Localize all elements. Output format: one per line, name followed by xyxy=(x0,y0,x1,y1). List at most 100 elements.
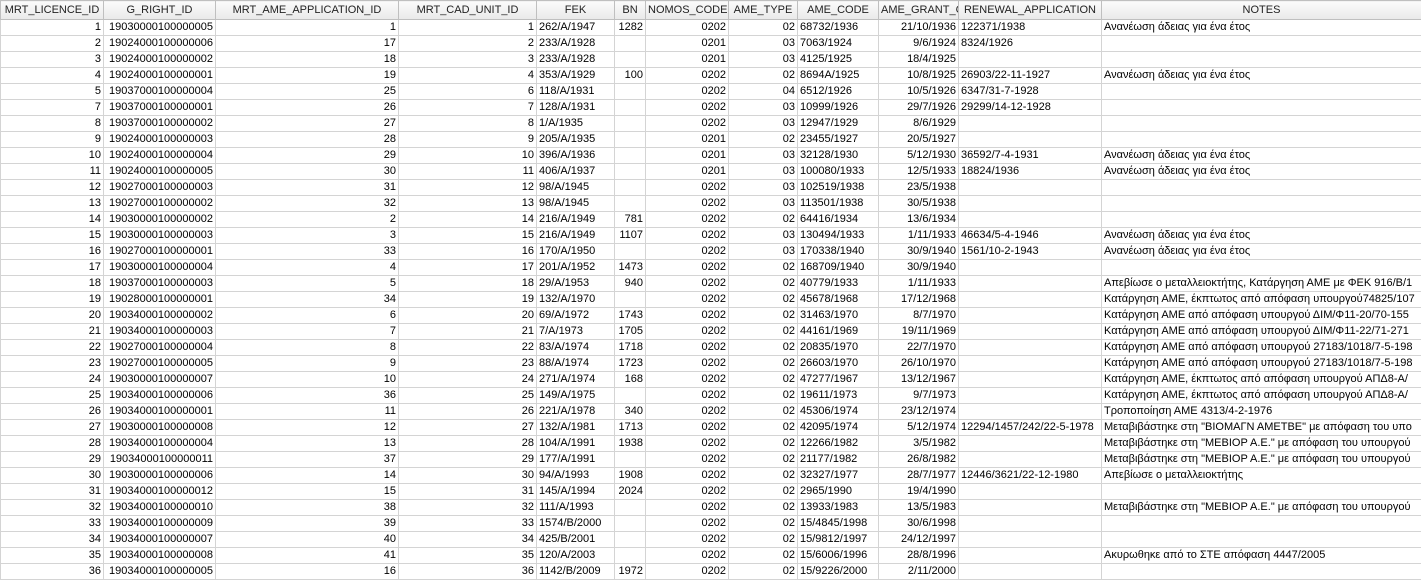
cell-cad-unit-id[interactable]: 8 xyxy=(398,115,537,132)
cell-fek[interactable]: 132/A/1981 xyxy=(536,419,615,436)
cell-notes[interactable] xyxy=(1101,51,1421,68)
cell-renewal[interactable] xyxy=(958,291,1102,308)
cell-notes[interactable]: Ανανέωση άδειας για ένα έτος xyxy=(1101,163,1421,180)
cell-renewal[interactable]: 122371/1938 xyxy=(958,19,1102,36)
cell-cad-unit-id[interactable]: 35 xyxy=(398,547,537,564)
cell-licence-id[interactable]: 35 xyxy=(0,547,104,564)
cell-ame-application-id[interactable]: 5 xyxy=(215,275,399,292)
cell-nomos-code[interactable]: 0202 xyxy=(645,467,729,484)
cell-renewal[interactable]: 12294/1457/242/22-5-1978 xyxy=(958,419,1102,436)
cell-ame-type[interactable]: 04 xyxy=(728,83,798,100)
cell-g-right-id[interactable]: 19034000100000008 xyxy=(103,547,216,564)
table-row[interactable]: 20 19034000100000002 6 20 69/A/1972 1743 0202 0… xyxy=(0,307,1421,324)
cell-licence-id[interactable]: 25 xyxy=(0,387,104,404)
cell-ame-type[interactable]: 03 xyxy=(728,243,798,260)
cell-renewal[interactable] xyxy=(958,131,1102,148)
cell-ame-application-id[interactable]: 31 xyxy=(215,179,399,196)
cell-ame-type[interactable]: 02 xyxy=(728,531,798,548)
table-row[interactable]: 33 19034000100000009 39 33 1574/B/2000 0202 02… xyxy=(0,515,1421,532)
cell-notes[interactable]: Κατάργηση ΑΜΕ, έκπτωτος από απόφαση υπου… xyxy=(1101,371,1421,388)
cell-fek[interactable]: 88/A/1974 xyxy=(536,355,615,372)
cell-licence-id[interactable]: 10 xyxy=(0,147,104,164)
cell-ame-grant[interactable]: 3/5/1982 xyxy=(878,435,959,452)
cell-ame-application-id[interactable]: 19 xyxy=(215,67,399,84)
cell-ame-code[interactable]: 64416/1934 xyxy=(797,211,879,228)
cell-nomos-code[interactable]: 0202 xyxy=(645,339,729,356)
cell-bn[interactable] xyxy=(614,147,646,164)
cell-renewal[interactable] xyxy=(958,355,1102,372)
cell-notes[interactable]: Μεταβιβάστηκε στη "ΜΕΒΙΟΡ Α.Ε." με απόφα… xyxy=(1101,435,1421,452)
table-row[interactable]: 19 19028000100000001 34 19 132/A/1970 0202 02 4… xyxy=(0,291,1421,308)
cell-bn[interactable]: 168 xyxy=(614,371,646,388)
cell-bn[interactable] xyxy=(614,51,646,68)
cell-ame-type[interactable]: 03 xyxy=(728,147,798,164)
cell-ame-code[interactable]: 32327/1977 xyxy=(797,467,879,484)
cell-fek[interactable]: 83/A/1974 xyxy=(536,339,615,356)
cell-licence-id[interactable]: 11 xyxy=(0,163,104,180)
cell-g-right-id[interactable]: 19034000100000009 xyxy=(103,515,216,532)
cell-cad-unit-id[interactable]: 6 xyxy=(398,83,537,100)
cell-bn[interactable] xyxy=(614,163,646,180)
cell-g-right-id[interactable]: 19027000100000002 xyxy=(103,195,216,212)
cell-nomos-code[interactable]: 0202 xyxy=(645,227,729,244)
cell-ame-application-id[interactable]: 29 xyxy=(215,147,399,164)
cell-ame-application-id[interactable]: 1 xyxy=(215,19,399,36)
cell-cad-unit-id[interactable]: 1 xyxy=(398,19,537,36)
cell-bn[interactable]: 1718 xyxy=(614,339,646,356)
cell-ame-application-id[interactable]: 11 xyxy=(215,403,399,420)
cell-g-right-id[interactable]: 19034000100000005 xyxy=(103,563,216,580)
table-row[interactable]: 3 19024000100000002 18 3 233/A/1928 0201 03 412… xyxy=(0,51,1421,68)
cell-cad-unit-id[interactable]: 27 xyxy=(398,419,537,436)
cell-ame-application-id[interactable]: 40 xyxy=(215,531,399,548)
cell-renewal[interactable]: 8324/1926 xyxy=(958,35,1102,52)
cell-ame-type[interactable]: 02 xyxy=(728,483,798,500)
cell-fek[interactable]: 396/A/1936 xyxy=(536,147,615,164)
cell-fek[interactable]: 201/A/1952 xyxy=(536,259,615,276)
cell-ame-code[interactable]: 10999/1926 xyxy=(797,99,879,116)
cell-ame-type[interactable]: 02 xyxy=(728,515,798,532)
cell-g-right-id[interactable]: 19030000100000006 xyxy=(103,467,216,484)
cell-bn[interactable]: 1723 xyxy=(614,355,646,372)
cell-g-right-id[interactable]: 19034000100000003 xyxy=(103,323,216,340)
cell-notes[interactable]: Ανανέωση άδειας για ένα έτος xyxy=(1101,227,1421,244)
table-row[interactable]: 9 19024000100000003 28 9 205/A/1935 0201 02 234… xyxy=(0,131,1421,148)
cell-bn[interactable] xyxy=(614,131,646,148)
cell-ame-code[interactable]: 15/9226/2000 xyxy=(797,563,879,580)
cell-notes[interactable]: Ανανέωση άδειας για ένα έτος xyxy=(1101,67,1421,84)
table-row[interactable]: 30 19030000100000006 14 30 94/A/1993 1908 0202… xyxy=(0,467,1421,484)
cell-cad-unit-id[interactable]: 3 xyxy=(398,51,537,68)
cell-g-right-id[interactable]: 19030000100000008 xyxy=(103,419,216,436)
table-row[interactable]: 32 19034000100000010 38 32 111/A/1993 0202 02 1… xyxy=(0,499,1421,516)
cell-notes[interactable]: Απεβίωσε ο μεταλλειοκτήτης xyxy=(1101,467,1421,484)
cell-nomos-code[interactable]: 0201 xyxy=(645,131,729,148)
cell-licence-id[interactable]: 1 xyxy=(0,19,104,36)
cell-notes[interactable]: Ανανέωση άδειας για ένα έτος xyxy=(1101,147,1421,164)
cell-renewal[interactable] xyxy=(958,211,1102,228)
cell-nomos-code[interactable]: 0202 xyxy=(645,323,729,340)
cell-cad-unit-id[interactable]: 14 xyxy=(398,211,537,228)
cell-cad-unit-id[interactable]: 23 xyxy=(398,355,537,372)
cell-ame-type[interactable]: 02 xyxy=(728,259,798,276)
cell-nomos-code[interactable]: 0202 xyxy=(645,259,729,276)
cell-licence-id[interactable]: 32 xyxy=(0,499,104,516)
cell-g-right-id[interactable]: 19027000100000003 xyxy=(103,179,216,196)
cell-notes[interactable] xyxy=(1101,35,1421,52)
cell-notes[interactable] xyxy=(1101,83,1421,100)
cell-ame-code[interactable]: 113501/1938 xyxy=(797,195,879,212)
cell-nomos-code[interactable]: 0202 xyxy=(645,451,729,468)
cell-ame-code[interactable]: 2965/1990 xyxy=(797,483,879,500)
cell-ame-grant[interactable]: 26/10/1970 xyxy=(878,355,959,372)
cell-renewal[interactable] xyxy=(958,259,1102,276)
cell-nomos-code[interactable]: 0202 xyxy=(645,115,729,132)
table-row[interactable]: 18 19037000100000003 5 18 29/A/1953 940 0202 02… xyxy=(0,275,1421,292)
cell-notes[interactable]: Ανανέωση άδειας για ένα έτος xyxy=(1101,19,1421,36)
cell-ame-application-id[interactable]: 36 xyxy=(215,387,399,404)
cell-ame-type[interactable]: 02 xyxy=(728,467,798,484)
cell-ame-type[interactable]: 03 xyxy=(728,115,798,132)
cell-ame-code[interactable]: 15/6006/1996 xyxy=(797,547,879,564)
table-row[interactable]: 7 19037000100000001 26 7 128/A/1931 0202 03 109… xyxy=(0,99,1421,116)
cell-nomos-code[interactable]: 0202 xyxy=(645,387,729,404)
table-row[interactable]: 35 19034000100000008 41 35 120/A/2003 0202 02 1… xyxy=(0,547,1421,564)
cell-ame-code[interactable]: 31463/1970 xyxy=(797,307,879,324)
cell-nomos-code[interactable]: 0202 xyxy=(645,179,729,196)
